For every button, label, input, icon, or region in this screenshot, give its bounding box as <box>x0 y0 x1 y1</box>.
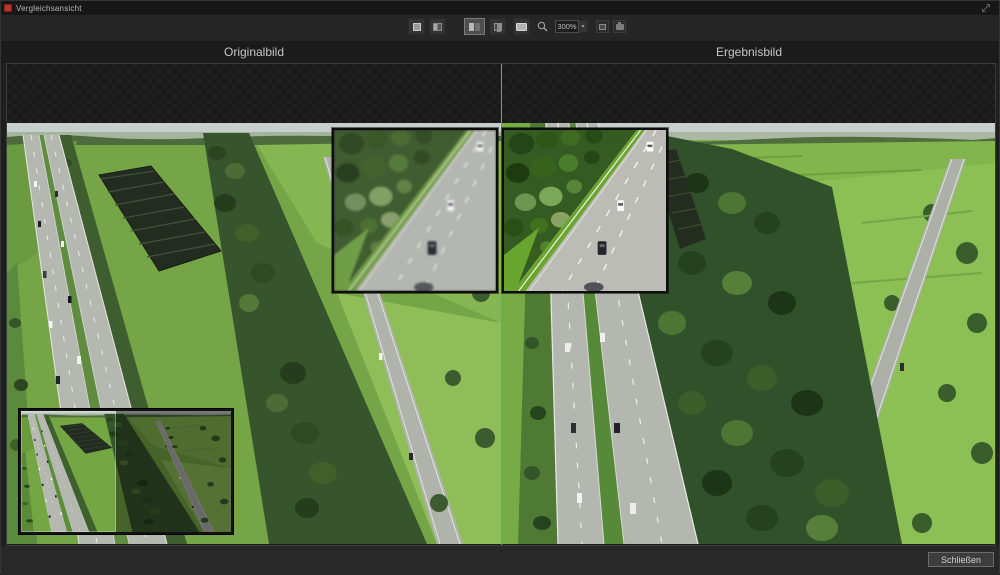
window-resize-icon[interactable] <box>981 3 991 13</box>
zoom-level-select[interactable]: 300% <box>555 20 579 33</box>
original-loupe-inset[interactable] <box>332 128 498 293</box>
titlebar: Vergleichsansicht <box>1 1 999 15</box>
magnifier-toggle-icon <box>616 24 624 30</box>
zoom-level-value: 300% <box>557 22 576 31</box>
overview-thumbnail[interactable] <box>19 409 233 534</box>
split-view-icon <box>433 23 442 31</box>
result-loupe-inset[interactable] <box>502 128 668 293</box>
toolbar: 300% ▾ <box>1 15 999 41</box>
overview-toggle-button[interactable] <box>596 20 609 33</box>
window-title: Vergleichsansicht <box>16 4 82 13</box>
split-view-button[interactable] <box>429 18 446 35</box>
fit-view-icon <box>516 23 527 31</box>
footer-bar: Schließen <box>1 546 999 575</box>
magnifier-icon <box>537 21 548 32</box>
thumbnail-dim-overlay <box>116 411 232 532</box>
close-button[interactable]: Schließen <box>928 552 994 567</box>
overlay-view-icon <box>494 23 502 31</box>
side-by-side-icon <box>469 23 480 31</box>
overlay-view-button[interactable] <box>489 18 506 35</box>
comparison-canvas <box>6 63 996 546</box>
overview-toggle-icon <box>599 24 606 30</box>
side-by-side-view-button[interactable] <box>464 18 485 35</box>
result-pane-label: Ergebnisbild <box>649 45 849 59</box>
pane-header-strip: Originalbild Ergebnisbild <box>1 41 999 63</box>
zoom-caret-icon[interactable]: ▾ <box>579 20 588 33</box>
app-icon <box>4 4 12 12</box>
single-view-button[interactable] <box>408 18 425 35</box>
fit-view-button[interactable] <box>513 18 530 35</box>
magnifier-toggle-button[interactable] <box>613 20 626 33</box>
thumbnail-viewport-rect[interactable] <box>21 411 116 532</box>
original-pane-label: Originalbild <box>154 45 354 59</box>
zoom-tool-button[interactable] <box>534 18 551 35</box>
comparison-window: Vergleichsansicht 300% ▾ Origi <box>0 0 1000 574</box>
single-view-icon <box>413 23 421 31</box>
